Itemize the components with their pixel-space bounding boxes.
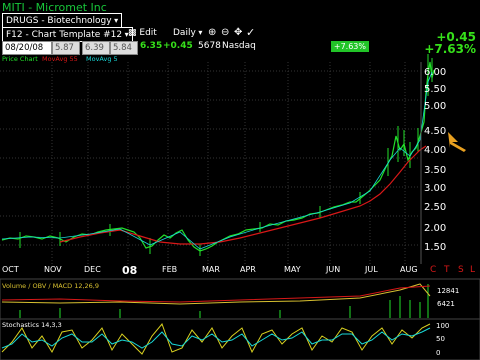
price-marker-arrow bbox=[448, 132, 466, 152]
quote-volume: 5678 bbox=[198, 41, 221, 51]
edit-icon: ▩ bbox=[128, 28, 137, 38]
percent-badge: +7.63% bbox=[330, 41, 369, 52]
month-label: DEC bbox=[84, 265, 101, 274]
month-label: APR bbox=[240, 265, 256, 274]
pan-icon[interactable]: ✥ bbox=[234, 27, 242, 38]
ma5-line bbox=[1, 71, 433, 250]
template-dropdown[interactable]: F12 - Chart Template #12 bbox=[2, 27, 133, 42]
stochastics-title: Stochastics 14,3,3 bbox=[2, 321, 62, 329]
tf-label: T bbox=[443, 265, 450, 275]
draw-tool-icon[interactable]: ✓ bbox=[246, 26, 255, 39]
month-label: 08 bbox=[122, 264, 137, 277]
price-tick: 3.50 bbox=[424, 165, 446, 176]
price-tick: 2.00 bbox=[424, 223, 446, 234]
price-tick: 2.50 bbox=[424, 202, 446, 213]
zoom-in-icon[interactable]: ⊕ bbox=[208, 27, 216, 38]
timeframe-labels[interactable]: C T S L bbox=[430, 265, 475, 275]
stochastics-panel bbox=[0, 318, 480, 360]
tf-label: S bbox=[458, 265, 464, 275]
tf-label: L bbox=[470, 265, 475, 275]
zoom-out-icon[interactable]: ⊖ bbox=[221, 27, 229, 38]
stoch-tick: 0 bbox=[436, 349, 440, 357]
tf-label: C bbox=[430, 265, 436, 275]
month-label: NOV bbox=[44, 265, 62, 274]
price-series bbox=[1, 61, 435, 252]
price-tick: 6.00 bbox=[424, 67, 446, 78]
month-label: JUN bbox=[325, 265, 340, 274]
price-chart[interactable]: 6.00 5.50 5.00 4.50 4.00 3.50 3.00 2.50 … bbox=[0, 52, 480, 360]
month-label: OCT bbox=[2, 265, 19, 274]
volume-panel-title: Volume / OBV / MACD 12,26,9 bbox=[2, 282, 99, 290]
price-grid bbox=[0, 62, 420, 264]
month-label: MAR bbox=[202, 265, 220, 274]
month-axis: OCT NOV DEC 08 FEB MAR APR MAY JUN JUL A… bbox=[2, 264, 418, 277]
volume-value-1: 12841 bbox=[437, 287, 459, 295]
quote-exchange: Nasdaq bbox=[222, 41, 256, 51]
price-tick: 1.50 bbox=[424, 242, 446, 253]
edit-button[interactable]: ▩ Edit bbox=[128, 28, 157, 38]
stoch-tick: 100 bbox=[436, 322, 449, 330]
stoch-tick: 50 bbox=[436, 335, 445, 343]
industry-dropdown[interactable]: DRUGS - Biotechnology bbox=[2, 13, 123, 28]
volume-value-2: 6421 bbox=[437, 300, 455, 308]
price-tick: 3.00 bbox=[424, 183, 446, 194]
month-label: FEB bbox=[162, 265, 177, 274]
period-dropdown[interactable]: Daily bbox=[173, 28, 202, 38]
month-label: MAY bbox=[284, 265, 301, 274]
quote-last: 6.35 bbox=[140, 41, 163, 51]
month-label: AUG bbox=[400, 265, 418, 274]
quote-change: +0.45 bbox=[163, 41, 193, 51]
price-tick: 4.50 bbox=[424, 126, 446, 137]
price-tick: 5.00 bbox=[424, 101, 446, 112]
price-tick: 5.50 bbox=[424, 84, 446, 95]
price-axis-labels: 6.00 5.50 5.00 4.50 4.00 3.50 3.00 2.50 … bbox=[424, 67, 446, 253]
month-label: JUL bbox=[364, 265, 378, 274]
price-tick: 4.00 bbox=[424, 145, 446, 156]
